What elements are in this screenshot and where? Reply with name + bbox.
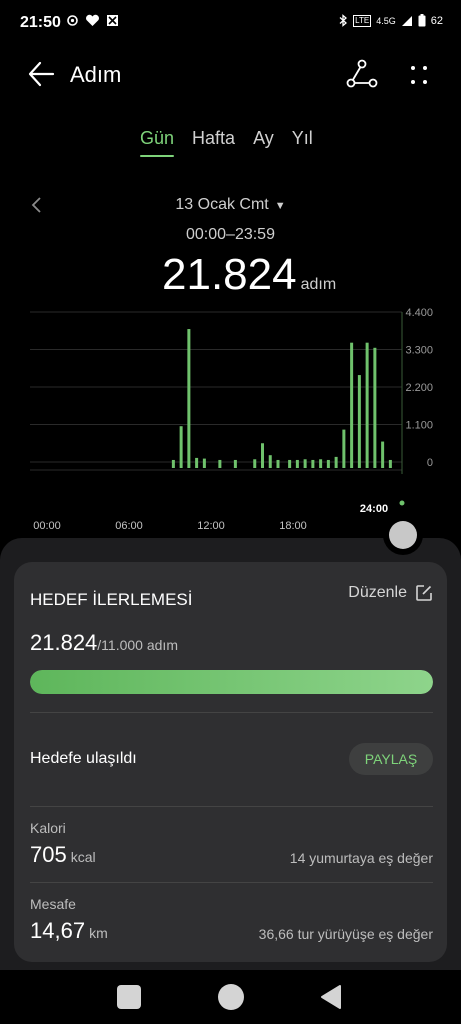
calories-label: Kalori bbox=[30, 820, 66, 836]
period-tabs: Gün Hafta Ay Yıl bbox=[140, 128, 313, 157]
app-header: Adım bbox=[0, 50, 461, 98]
x-tick-label: 06:00 bbox=[115, 520, 143, 532]
goal-card: HEDEF İLERLEMESİ Düzenle 21.824/11.000 a… bbox=[14, 562, 447, 962]
status-notification-icons bbox=[66, 14, 119, 27]
arrow-left-icon[interactable] bbox=[26, 60, 56, 88]
status-bar: 21:50 LTE 4.5G 62 bbox=[0, 0, 461, 46]
chart-bar bbox=[295, 459, 299, 468]
tab-day[interactable]: Gün bbox=[140, 128, 175, 157]
distance-unit: km bbox=[89, 925, 108, 941]
total-steps-value: 21.824 bbox=[162, 250, 297, 299]
chart-bar bbox=[233, 459, 237, 468]
share-button[interactable]: PAYLAŞ bbox=[349, 743, 433, 775]
app-status-icon bbox=[107, 15, 118, 26]
date-label: 13 Ocak Cmt bbox=[175, 196, 269, 213]
goal-target: /11.000 adım bbox=[97, 637, 178, 653]
y-tick-label: 4.400 bbox=[405, 307, 433, 319]
tab-year[interactable]: Yıl bbox=[292, 128, 313, 157]
edit-icon bbox=[416, 585, 432, 601]
network-type: 4.5G bbox=[376, 15, 396, 26]
goal-progress-fill bbox=[30, 670, 433, 694]
chart-bar bbox=[171, 459, 175, 468]
edit-goal-button[interactable]: Düzenle bbox=[348, 584, 433, 602]
settings-status-icon bbox=[67, 15, 78, 26]
share-nodes-icon[interactable] bbox=[346, 59, 378, 89]
chart-bar bbox=[303, 459, 307, 468]
battery-level: 62 bbox=[430, 14, 443, 27]
health-status-icon bbox=[86, 14, 99, 26]
chart-bar bbox=[334, 456, 338, 468]
chart-bar bbox=[388, 459, 392, 468]
chart-bar bbox=[187, 329, 191, 468]
x-tick-label: 18:00 bbox=[279, 520, 307, 532]
y-tick-label: 2.200 bbox=[405, 382, 433, 394]
lte-badge: LTE bbox=[353, 14, 372, 27]
status-system-icons: LTE 4.5G 62 bbox=[338, 14, 443, 27]
tab-week[interactable]: Hafta bbox=[192, 128, 235, 157]
more-dots-icon[interactable] bbox=[404, 60, 434, 90]
distance-value-row: 14,67 km bbox=[30, 918, 108, 944]
chart-bar bbox=[288, 459, 292, 468]
distance-label: Mesafe bbox=[30, 896, 76, 912]
chart-bar bbox=[365, 342, 369, 468]
caret-down-icon: ▼ bbox=[274, 200, 286, 212]
chart-bar bbox=[373, 347, 377, 468]
home-button[interactable] bbox=[218, 984, 244, 1010]
y-tick-label: 1.100 bbox=[405, 420, 433, 432]
chart-bar bbox=[195, 457, 199, 468]
goal-progress-text: 21.824/11.000 adım bbox=[30, 630, 178, 656]
chart-bar bbox=[202, 458, 206, 468]
x-tick-label: 12:00 bbox=[197, 520, 225, 532]
steps-chart[interactable]: 4.400 3.300 2.200 1.100 0 24:00 00:00 06:00 12:0… bbox=[0, 296, 461, 546]
divider bbox=[30, 806, 433, 807]
y-tick-label: 0 bbox=[427, 457, 433, 469]
edit-goal-label: Düzenle bbox=[348, 584, 407, 601]
distance-equivalent: 36,66 tur yürüyüşe eş değer bbox=[258, 926, 433, 942]
calories-value: 705 bbox=[30, 842, 67, 867]
current-time-dot bbox=[399, 500, 405, 506]
chart-bar bbox=[326, 459, 330, 468]
chart-bar bbox=[357, 375, 361, 468]
goal-title: HEDEF İLERLEMESİ bbox=[30, 590, 193, 609]
battery-icon bbox=[418, 14, 426, 27]
chart-bar bbox=[311, 459, 315, 468]
chart-bar bbox=[342, 429, 346, 468]
divider bbox=[30, 712, 433, 713]
time-range: 00:00–23:59 bbox=[186, 226, 275, 243]
y-tick-label: 3.300 bbox=[405, 345, 433, 357]
bluetooth-icon bbox=[339, 14, 348, 27]
signal-icon bbox=[401, 15, 412, 26]
system-nav-bar bbox=[0, 970, 461, 1024]
divider bbox=[30, 882, 433, 883]
goal-current: 21.824 bbox=[30, 630, 98, 655]
chart-bar bbox=[268, 455, 272, 468]
calories-unit: kcal bbox=[70, 849, 96, 865]
calories-value-row: 705 kcal bbox=[30, 842, 96, 868]
chart-bar bbox=[350, 342, 354, 468]
chart-bar bbox=[319, 459, 323, 468]
chart-bar bbox=[218, 459, 222, 468]
status-time: 21:50 bbox=[20, 14, 61, 31]
chart-bar bbox=[179, 426, 183, 468]
chart-bar bbox=[381, 441, 385, 468]
timeline-scrubber-handle[interactable] bbox=[389, 521, 417, 549]
distance-value: 14,67 bbox=[30, 918, 86, 943]
current-time-label: 24:00 bbox=[360, 503, 388, 515]
page-title: Adım bbox=[70, 62, 122, 87]
recents-button[interactable] bbox=[117, 985, 141, 1009]
goal-progress-bar bbox=[30, 670, 433, 694]
back-triangle-icon[interactable] bbox=[318, 984, 344, 1010]
steps-chart-svg: 4.400 3.300 2.200 1.100 0 24:00 00:00 06:00 12:0… bbox=[30, 307, 433, 532]
total-steps-unit: adım bbox=[300, 276, 337, 293]
date-selector[interactable]: 13 Ocak Cmt ▼ bbox=[0, 196, 461, 214]
x-tick-label: 00:00 bbox=[33, 520, 61, 532]
total-steps: 21.824 adım bbox=[162, 250, 336, 300]
tab-month[interactable]: Ay bbox=[253, 128, 274, 157]
chart-bar bbox=[253, 459, 257, 468]
chart-bar bbox=[276, 459, 280, 468]
chart-bar bbox=[261, 443, 264, 468]
goal-reached-label: Hedefe ulaşıldı bbox=[30, 750, 137, 767]
calories-equivalent: 14 yumurtaya eş değer bbox=[289, 850, 433, 866]
